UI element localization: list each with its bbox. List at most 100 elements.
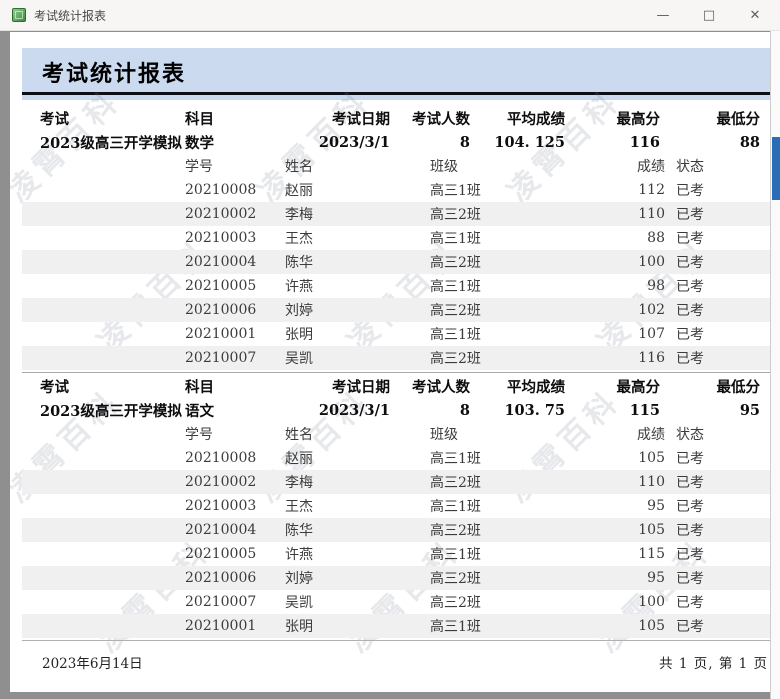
summary-value-cell: 2023/3/1 — [318, 401, 390, 419]
detail-cell: 88 — [647, 230, 665, 246]
detail-header-cell: 姓名 — [285, 427, 313, 443]
summary-header-cell: 最低分 — [716, 110, 761, 128]
detail-header-cell: 状态 — [676, 159, 704, 175]
summary-header-cell: 科目 — [185, 110, 214, 128]
summary-value-cell: 104. 125 — [494, 133, 565, 151]
detail-cell: 高三1班 — [430, 279, 481, 295]
detail-cell: 吴凯 — [285, 595, 313, 611]
detail-row: 20210008 赵丽 高三1班 105 已考 — [22, 446, 770, 470]
detail-cell: 李梅 — [285, 207, 313, 223]
detail-cell: 赵丽 — [285, 451, 313, 467]
detail-cell: 20210001 — [185, 326, 257, 342]
detail-row: 20210004 陈华 高三2班 105 已考 — [22, 518, 770, 542]
summary-header-cell: 最高分 — [616, 110, 661, 128]
detail-cell: 已考 — [676, 231, 704, 247]
summary-value-cell: 2023/3/1 — [318, 133, 390, 151]
summary-header-row: 考试 科目 考试日期 考试人数 平均成绩 最高分 最低分 — [22, 106, 770, 130]
detail-cell: 已考 — [676, 207, 704, 223]
detail-header-row: 学号 姓名 班级 成绩 状态 — [22, 422, 770, 446]
vertical-scrollbar[interactable] — [770, 30, 780, 699]
detail-row: 20210005 许燕 高三1班 115 已考 — [22, 542, 770, 566]
detail-cell: 已考 — [676, 255, 704, 271]
detail-cell: 陈华 — [285, 255, 313, 271]
detail-cell: 已考 — [676, 451, 704, 467]
detail-cell: 已考 — [676, 475, 704, 491]
detail-cell: 20210001 — [185, 618, 257, 634]
detail-header-row: 学号 姓名 班级 成绩 状态 — [22, 154, 770, 178]
detail-cell: 高三1班 — [430, 619, 481, 635]
detail-cell: 高三1班 — [430, 499, 481, 515]
detail-cell: 已考 — [676, 303, 704, 319]
detail-cell: 105 — [638, 618, 665, 634]
detail-cell: 许燕 — [285, 547, 313, 563]
detail-cell: 已考 — [676, 619, 704, 635]
report-section: 考试 科目 考试日期 考试人数 平均成绩 最高分 最低分 2023级高三开学模拟 数学 2023/… — [10, 106, 770, 370]
detail-header-cell: 班级 — [430, 159, 458, 175]
detail-cell: 高三2班 — [430, 207, 481, 223]
summary-header-cell: 考试人数 — [412, 110, 470, 128]
scrollbar-thumb[interactable] — [772, 137, 780, 200]
report-section: 考试 科目 考试日期 考试人数 平均成绩 最高分 最低分 2023级高三开学模拟 语文 2023/… — [10, 372, 770, 638]
detail-cell: 20210006 — [185, 570, 257, 586]
detail-cell: 已考 — [676, 327, 704, 343]
summary-header-cell: 平均成绩 — [507, 378, 565, 396]
detail-cell: 20210004 — [185, 522, 257, 538]
summary-value-cell: 8 — [459, 401, 470, 419]
detail-cell: 20210007 — [185, 594, 257, 610]
detail-row: 20210001 张明 高三1班 105 已考 — [22, 614, 770, 638]
detail-cell: 95 — [647, 498, 665, 514]
detail-cell: 已考 — [676, 547, 704, 563]
detail-cell: 20210006 — [185, 302, 257, 318]
minimize-button[interactable]: — — [640, 0, 686, 30]
detail-cell: 王杰 — [285, 231, 313, 247]
detail-cell: 刘婷 — [285, 303, 313, 319]
detail-cell: 陈华 — [285, 523, 313, 539]
summary-value-row: 2023级高三开学模拟 数学 2023/3/1 8 104. 125 116 88 — [22, 130, 770, 154]
detail-row: 20210005 许燕 高三1班 98 已考 — [22, 274, 770, 298]
detail-cell: 高三2班 — [430, 255, 481, 271]
detail-cell: 20210008 — [185, 182, 257, 198]
detail-cell: 20210003 — [185, 498, 257, 514]
report-header-band: 考试统计报表 — [22, 48, 770, 100]
detail-cell: 高三2班 — [430, 571, 481, 587]
summary-value-cell: 88 — [739, 133, 760, 151]
detail-cell: 112 — [638, 182, 665, 198]
detail-cell: 高三1班 — [430, 327, 481, 343]
detail-header-cell: 状态 — [676, 427, 704, 443]
summary-value-cell: 95 — [739, 401, 760, 419]
window-titlebar[interactable]: 考试统计报表 — □ ✕ — [0, 0, 780, 31]
summary-value-cell: 2023级高三开学模拟 — [40, 402, 182, 420]
detail-cell: 105 — [638, 450, 665, 466]
detail-row: 20210006 刘婷 高三2班 95 已考 — [22, 566, 770, 590]
detail-cell: 105 — [638, 522, 665, 538]
detail-cell: 116 — [638, 350, 665, 366]
detail-cell: 20210004 — [185, 254, 257, 270]
detail-cell: 100 — [638, 254, 665, 270]
summary-header-cell: 最高分 — [616, 378, 661, 396]
detail-cell: 20210008 — [185, 450, 257, 466]
detail-cell: 20210007 — [185, 350, 257, 366]
detail-cell: 已考 — [676, 571, 704, 587]
summary-header-cell: 考试 — [40, 110, 69, 128]
detail-row: 20210006 刘婷 高三2班 102 已考 — [22, 298, 770, 322]
report-viewer-window: 考试统计报表 — □ ✕ 凌霄百科 凌霄百科 凌霄百科 凌霄百科 凌霄百科 凌霄百科 凌霄百… — [0, 0, 780, 699]
detail-header-cell: 学号 — [185, 159, 213, 175]
summary-value-row: 2023级高三开学模拟 语文 2023/3/1 8 103. 75 115 95 — [22, 398, 770, 422]
report-viewport: 凌霄百科 凌霄百科 凌霄百科 凌霄百科 凌霄百科 凌霄百科 凌霄百科 凌霄百科 凌霄百科 凌霄百科… — [0, 30, 780, 699]
detail-header-cell: 班级 — [430, 427, 458, 443]
maximize-button[interactable]: □ — [686, 0, 732, 30]
detail-row: 20210002 李梅 高三2班 110 已考 — [22, 470, 770, 494]
detail-row: 20210007 吴凯 高三2班 100 已考 — [22, 590, 770, 614]
report-page: 凌霄百科 凌霄百科 凌霄百科 凌霄百科 凌霄百科 凌霄百科 凌霄百科 凌霄百科 凌霄百科 凌霄百科… — [10, 32, 770, 692]
summary-header-cell: 科目 — [185, 378, 214, 396]
close-button[interactable]: ✕ — [732, 0, 778, 30]
app-icon — [12, 8, 26, 22]
summary-value-cell: 116 — [629, 133, 660, 151]
detail-cell: 20210002 — [185, 206, 257, 222]
detail-cell: 高三1班 — [430, 231, 481, 247]
detail-cell: 20210003 — [185, 230, 257, 246]
detail-cell: 赵丽 — [285, 183, 313, 199]
detail-cell: 高三2班 — [430, 475, 481, 491]
window-controls: — □ ✕ — [640, 0, 780, 30]
footer-page-count: 共 1 页, 第 1 页 — [659, 656, 768, 672]
